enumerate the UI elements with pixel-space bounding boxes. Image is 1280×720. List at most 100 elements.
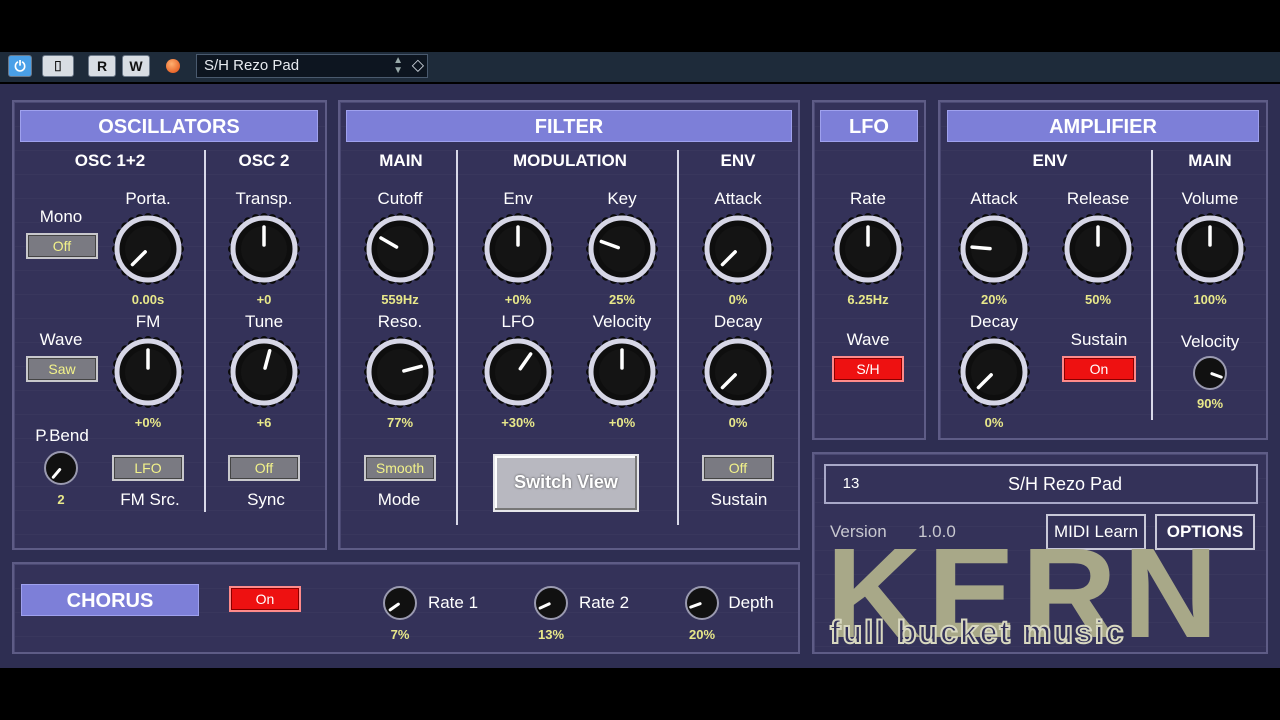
- reso-knob[interactable]: [363, 335, 437, 409]
- filter-mode-label: Mode: [377, 490, 421, 509]
- amp-velocity-knob[interactable]: [1192, 355, 1228, 391]
- tune-knob[interactable]: [227, 335, 301, 409]
- record-indicator-icon: [166, 59, 180, 73]
- filter-sustain-label: Sustain: [710, 490, 768, 509]
- osc-wave-button[interactable]: Saw: [26, 356, 98, 382]
- chorus-header: CHORUS: [21, 584, 199, 616]
- cutoff-value: 559Hz: [381, 292, 419, 307]
- filter-velocity-knob[interactable]: [585, 335, 659, 409]
- chorus-rate2-value: 13%: [537, 627, 565, 642]
- pbend-knob[interactable]: [43, 450, 79, 486]
- wave-label: Wave: [39, 330, 83, 349]
- filter-attack-knob[interactable]: [701, 212, 775, 286]
- lfo-wave-label: Wave: [846, 330, 890, 349]
- amp-release-value: 50%: [1084, 292, 1112, 307]
- transp-label: Transp.: [235, 189, 293, 208]
- preset-spin-icon[interactable]: ▲ ▼: [393, 56, 403, 76]
- chorus-depth-label: Depth: [728, 593, 774, 612]
- filter-env-value: +0%: [504, 292, 532, 307]
- fm-value: +0%: [134, 415, 162, 430]
- filter-decay-label: Decay: [713, 312, 763, 331]
- knob-pointer: [970, 245, 992, 251]
- midi-learn-button[interactable]: MIDI Learn: [1046, 514, 1146, 550]
- host-toolbar: [0, 52, 1280, 82]
- switch-view-button[interactable]: Switch View: [493, 454, 639, 512]
- amp-decay-label: Decay: [969, 312, 1019, 331]
- amp-release-knob[interactable]: [1061, 212, 1135, 286]
- sync-label: Sync: [247, 490, 285, 509]
- lfo-rate-value: 6.25Hz: [847, 292, 889, 307]
- power-icon[interactable]: ⏻: [8, 55, 32, 77]
- filter-lfo-knob[interactable]: [481, 335, 555, 409]
- reso-value: 77%: [386, 415, 414, 430]
- preset-name: S/H Rezo Pad: [204, 57, 300, 74]
- filter-env-label: ENV: [720, 151, 756, 170]
- filter-env-knob[interactable]: [481, 212, 555, 286]
- filter-key-label: Key: [607, 189, 637, 208]
- preset-menu-icon[interactable]: ◇: [412, 55, 424, 77]
- volume-label: Volume: [1181, 189, 1239, 208]
- volume-value: 100%: [1193, 292, 1227, 307]
- amp-env-label: ENV: [1032, 151, 1068, 170]
- fm-source-label: FM Src.: [120, 490, 180, 509]
- amp-release-label: Release: [1066, 189, 1130, 208]
- program-number[interactable]: 13: [824, 464, 878, 504]
- filter-header: FILTER: [346, 110, 792, 142]
- amp-attack-value: 20%: [980, 292, 1008, 307]
- filter-velocity-value: +0%: [608, 415, 636, 430]
- filter-attack-label: Attack: [714, 189, 762, 208]
- write-button[interactable]: W: [122, 55, 150, 77]
- chorus-rate1-value: 7%: [390, 627, 410, 642]
- fm-label: FM: [135, 312, 161, 331]
- amp-sustain-button[interactable]: On: [1062, 356, 1136, 382]
- mono-button[interactable]: Off: [26, 233, 98, 259]
- transp-value: +0: [256, 292, 272, 307]
- filter-velocity-label: Velocity: [592, 312, 652, 331]
- chorus-enable-button[interactable]: On: [229, 586, 301, 612]
- amp-decay-value: 0%: [984, 415, 1004, 430]
- cutoff-label: Cutoff: [377, 189, 423, 208]
- filter-mode-button[interactable]: Smooth: [364, 455, 436, 481]
- filter-key-knob[interactable]: [585, 212, 659, 286]
- filter-sustain-button[interactable]: Off: [702, 455, 774, 481]
- volume-knob[interactable]: [1173, 212, 1247, 286]
- amp-decay-knob[interactable]: [957, 335, 1031, 409]
- amp-velocity-value: 90%: [1196, 396, 1224, 411]
- porta-label: Porta.: [125, 189, 171, 208]
- tune-label: Tune: [244, 312, 284, 331]
- filter-env-amount-label: Env: [503, 189, 533, 208]
- program-name[interactable]: S/H Rezo Pad: [874, 464, 1258, 504]
- lfo-rate-knob[interactable]: [831, 212, 905, 286]
- osc12-label: OSC 1+2: [74, 151, 146, 170]
- oscillators-header: OSCILLATORS: [20, 110, 318, 142]
- chorus-rate2-label: Rate 2: [578, 593, 630, 612]
- filter-attack-value: 0%: [728, 292, 748, 307]
- kern-logo: KERN full bucket music: [824, 548, 1262, 648]
- amp-attack-label: Attack: [970, 189, 1018, 208]
- chorus-rate1-label: Rate 1: [427, 593, 479, 612]
- amplifier-header: AMPLIFIER: [947, 110, 1259, 142]
- preset-selector[interactable]: S/H Rezo Pad ▲ ▼ ◇: [196, 54, 428, 78]
- amp-velocity-label: Velocity: [1180, 332, 1240, 351]
- amp-attack-knob[interactable]: [957, 212, 1031, 286]
- mono-label: Mono: [39, 207, 83, 226]
- logo-subtitle: full bucket music: [829, 613, 1126, 648]
- tune-value: +6: [256, 415, 272, 430]
- amp-sustain-label: Sustain: [1070, 330, 1128, 349]
- porta-knob[interactable]: [111, 212, 185, 286]
- transp-knob[interactable]: [227, 212, 301, 286]
- filter-lfo-value: +30%: [501, 415, 535, 430]
- version-value: 1.0.0: [918, 522, 956, 541]
- cutoff-knob[interactable]: [363, 212, 437, 286]
- reso-label: Reso.: [377, 312, 423, 331]
- sync-button[interactable]: Off: [228, 455, 300, 481]
- fm-knob[interactable]: [111, 335, 185, 409]
- filter-decay-knob[interactable]: [701, 335, 775, 409]
- bypass-icon[interactable]: ⌷: [42, 55, 74, 77]
- filter-main-label: MAIN: [379, 151, 423, 170]
- osc2-label: OSC 2: [238, 151, 290, 170]
- fm-source-button[interactable]: LFO: [112, 455, 184, 481]
- options-button[interactable]: OPTIONS: [1155, 514, 1255, 550]
- lfo-wave-button[interactable]: S/H: [832, 356, 904, 382]
- read-button[interactable]: R: [88, 55, 116, 77]
